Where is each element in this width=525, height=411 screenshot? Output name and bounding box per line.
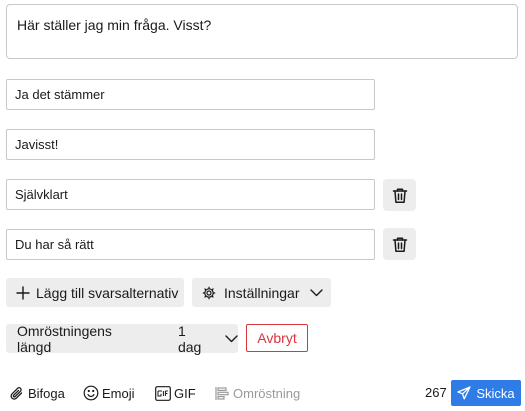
send-label: Skicka	[476, 385, 515, 401]
attach-label: Bifoga	[28, 385, 65, 401]
duration-dropdown[interactable]: Omröstningens längd 1 dag	[6, 322, 238, 355]
poll-bars-icon	[215, 386, 229, 401]
option-text: Du har så rätt	[15, 237, 94, 252]
poll-label: Omröstning	[233, 385, 301, 401]
poll-composer: Här ställer jag min fråga. Visst? Ja det…	[0, 0, 525, 411]
gear-icon	[202, 286, 216, 300]
option-text: Ja det stämmer	[15, 87, 105, 102]
emoji-button[interactable]: Emoji	[83, 383, 135, 403]
option-input-4[interactable]: Du har så rätt	[6, 229, 375, 260]
poll-button[interactable]: Omröstning	[215, 383, 300, 403]
cancel-label: Avbryt	[257, 330, 297, 346]
option-input-2[interactable]: Javisst!	[6, 129, 375, 160]
option-text: Självklart	[15, 187, 68, 202]
gif-label: GIF	[174, 385, 196, 401]
duration-label: Omröstningens längd	[17, 322, 112, 355]
question-input[interactable]: Här ställer jag min fråga. Visst?	[6, 4, 518, 59]
send-icon	[457, 386, 471, 400]
attach-button[interactable]: Bifoga	[9, 383, 65, 403]
option-text: Javisst!	[15, 137, 59, 152]
paperclip-icon	[9, 386, 24, 401]
trash-icon	[392, 187, 408, 204]
settings-label: Inställningar	[224, 284, 300, 301]
smiley-icon	[83, 385, 99, 401]
duration-value: 1 dag	[177, 322, 202, 355]
question-text: Här ställer jag min fråga. Visst?	[17, 17, 212, 33]
gif-icon	[155, 385, 171, 401]
plus-icon	[16, 285, 30, 300]
add-option-label: Lägg till svarsalternativ	[36, 284, 179, 301]
character-counter: 267	[425, 385, 447, 400]
gif-button[interactable]: GIF	[155, 383, 196, 403]
chevron-down-icon	[309, 288, 323, 297]
add-option-button[interactable]: Lägg till svarsalternativ	[6, 278, 184, 307]
cancel-button[interactable]: Avbryt	[246, 324, 308, 352]
option-input-1[interactable]: Ja det stämmer	[6, 79, 375, 110]
delete-option-3-button[interactable]	[383, 179, 416, 211]
send-button[interactable]: Skicka	[451, 380, 521, 406]
delete-option-4-button[interactable]	[383, 228, 416, 260]
trash-icon	[392, 236, 408, 253]
option-input-3[interactable]: Självklart	[6, 179, 375, 210]
settings-dropdown[interactable]: Inställningar	[192, 278, 331, 307]
chevron-down-icon	[225, 334, 238, 343]
emoji-label: Emoji	[102, 385, 135, 401]
